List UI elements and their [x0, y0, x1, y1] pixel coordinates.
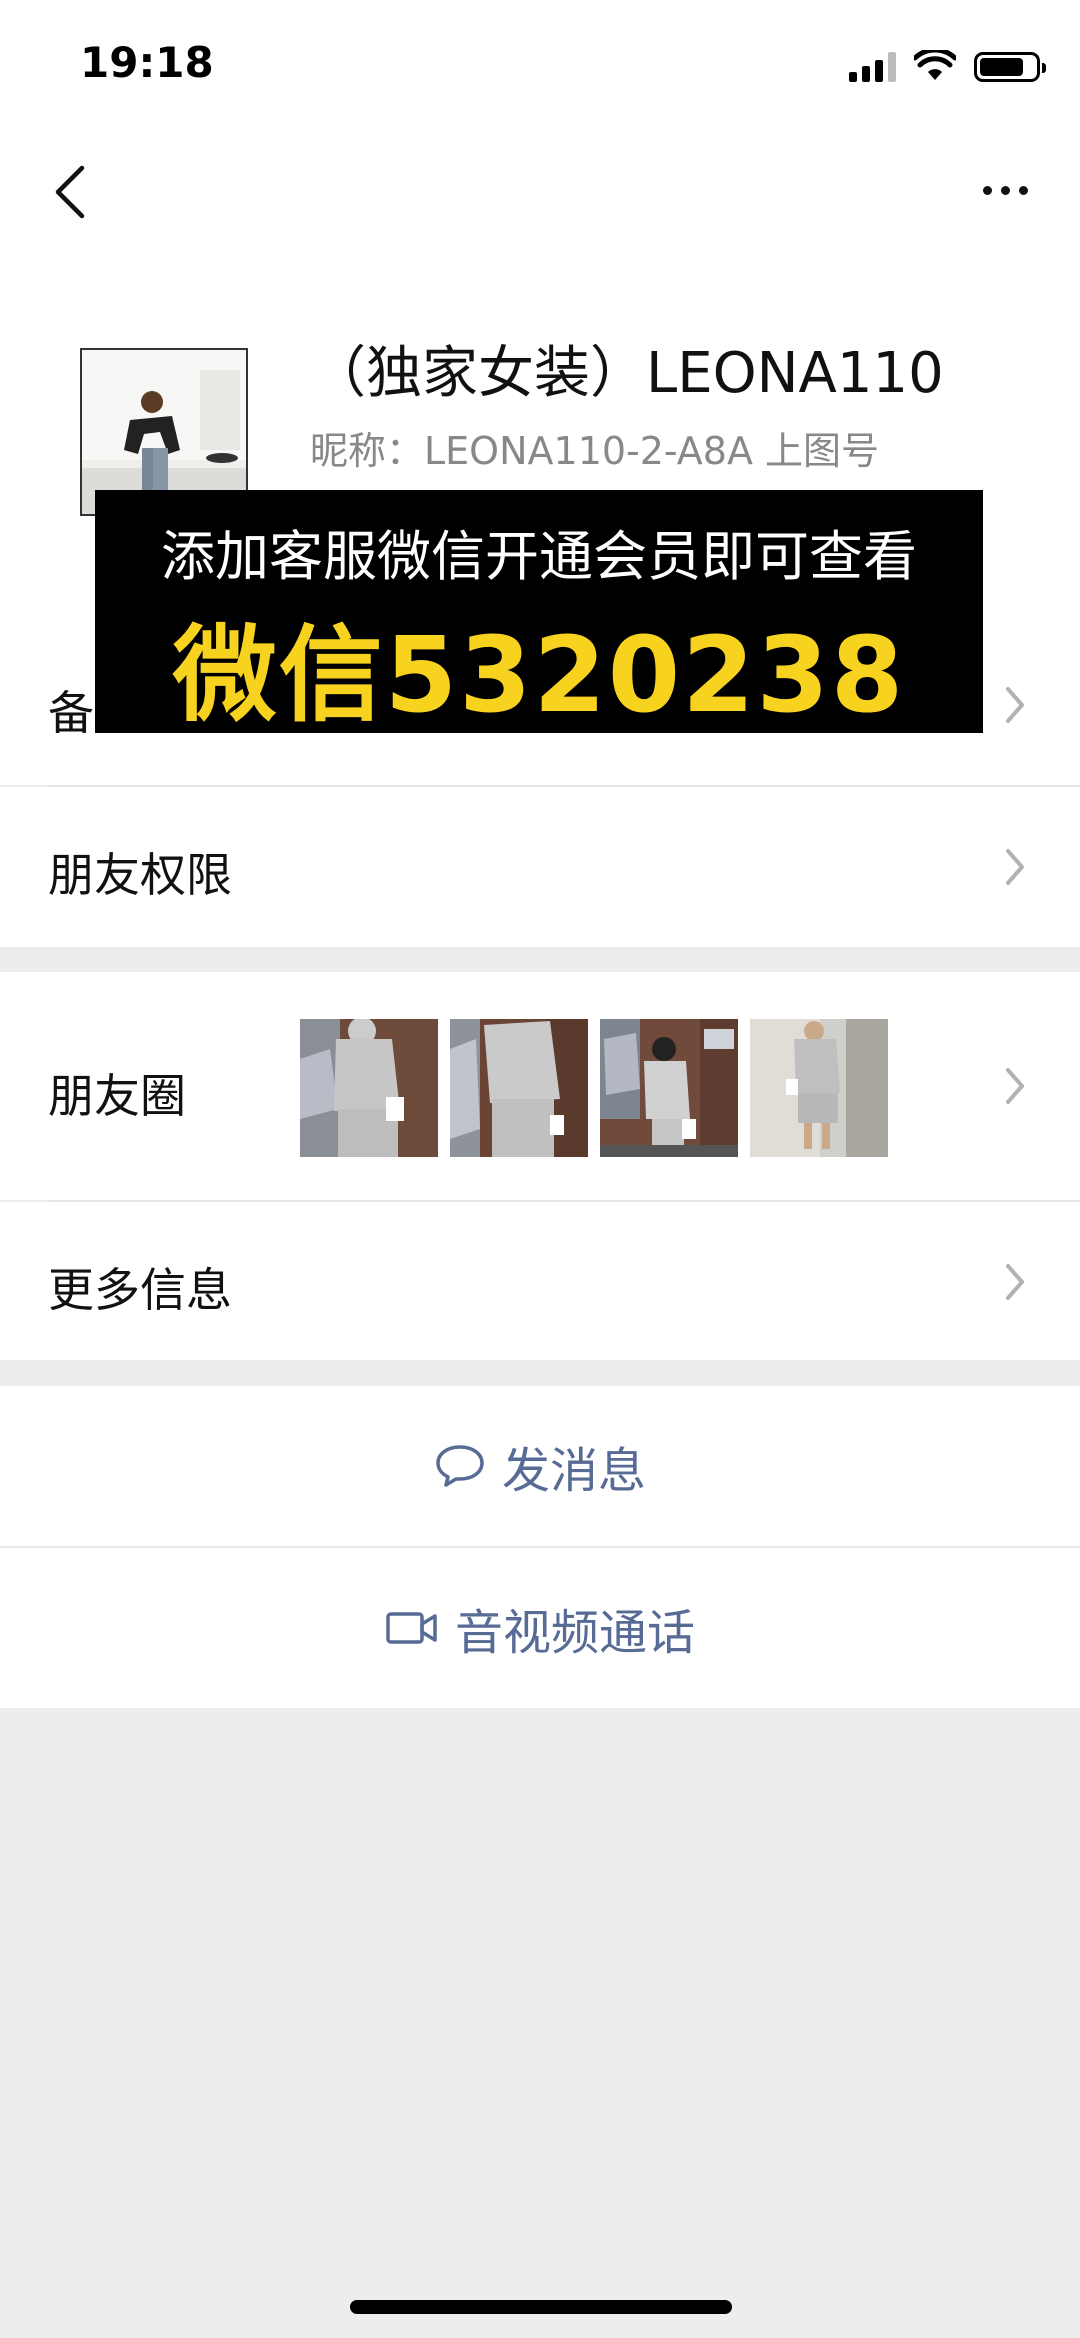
overlay-banner: 添加客服微信开通会员即可查看 微信5320238 [95, 490, 983, 736]
status-time: 19:18 [80, 38, 214, 87]
moments-thumbnails [300, 1019, 888, 1157]
profile-nickname: 昵称：LEONA110-2-A8A 上图号 [310, 429, 880, 473]
battery-icon [974, 52, 1046, 82]
moments-label: 朋友圈 [48, 1069, 186, 1123]
friend-permission-cell[interactable]: 朋友权限 [0, 787, 1080, 947]
signal-icon [849, 52, 896, 82]
more-info-cell[interactable]: 更多信息 [0, 1202, 1080, 1360]
chevron-left-icon [55, 165, 85, 219]
wifi-icon [914, 50, 956, 80]
send-message-label: 发消息 [501, 1443, 646, 1499]
friend-permission-label: 朋友权限 [48, 848, 232, 902]
home-indicator[interactable] [350, 2300, 732, 2314]
video-camera-icon [386, 1612, 437, 1644]
overlay-text-line2: 微信5320238 [172, 614, 906, 736]
overlay-text-line1: 添加客服微信开通会员即可查看 [161, 525, 917, 588]
profile-name: （独家女装）LEONA110 [310, 341, 944, 406]
chevron-right-icon [1006, 1068, 1024, 1104]
chat-bubble-icon [436, 1445, 484, 1487]
chevron-right-icon [1006, 849, 1024, 885]
status-bar: 19:18 [0, 0, 1080, 130]
moments-thumbnail [750, 1019, 888, 1157]
nav-bar [0, 130, 1080, 250]
back-button[interactable] [44, 160, 104, 220]
moments-thumbnail [450, 1019, 588, 1157]
chevron-right-icon [1006, 687, 1024, 723]
more-info-label: 更多信息 [48, 1263, 232, 1317]
send-message-button[interactable]: 发消息 [0, 1386, 1080, 1546]
video-call-button[interactable]: 音视频通话 [0, 1548, 1080, 1708]
more-button[interactable] [970, 160, 1040, 220]
video-call-label: 音视频通话 [454, 1605, 695, 1661]
chevron-right-icon [1006, 1264, 1024, 1300]
moments-thumbnail [600, 1019, 738, 1157]
status-icons [849, 48, 1046, 82]
more-dots-icon [982, 185, 992, 195]
moments-thumbnail [300, 1019, 438, 1157]
moments-cell[interactable]: 朋友圈 [0, 972, 1080, 1200]
